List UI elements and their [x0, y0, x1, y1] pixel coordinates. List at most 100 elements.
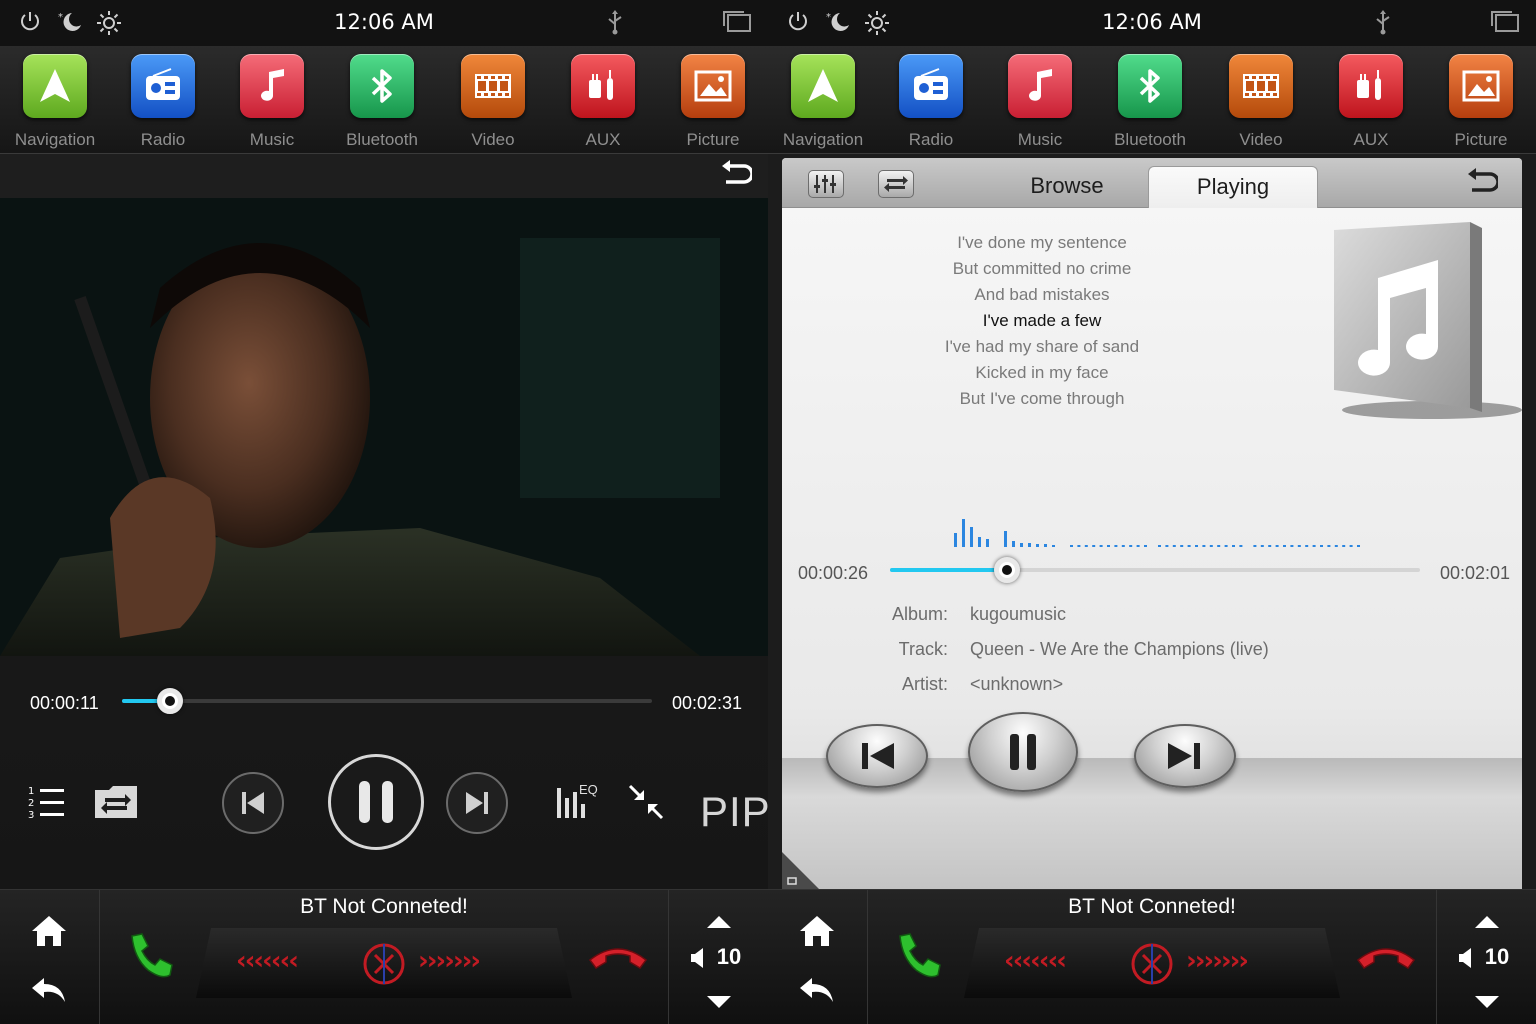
- back-arrow-icon[interactable]: [718, 160, 754, 198]
- volume-level: 10: [716, 944, 742, 969]
- spectrum-bar: [1290, 545, 1294, 547]
- spectrum-bar: [1028, 543, 1031, 547]
- chevrons-left: ‹‹‹‹‹‹‹: [1004, 946, 1067, 976]
- music-seek-bar[interactable]: [890, 568, 1420, 572]
- aux-plug-icon: [571, 54, 635, 118]
- spectrum-bar: [962, 519, 965, 547]
- svg-text:3: 3: [28, 810, 34, 820]
- lyric-line: I've done my sentence: [957, 233, 1127, 252]
- lyric-line: But I've come through: [959, 389, 1125, 408]
- back-arrow-icon[interactable]: [1464, 168, 1500, 204]
- window-icon[interactable]: [1490, 10, 1520, 39]
- spectrum-bar: [1253, 545, 1257, 547]
- lyric-line: Kicked in my face: [975, 363, 1109, 382]
- spectrum-bar: [1004, 531, 1007, 547]
- equalizer-button[interactable]: EQ: [556, 782, 602, 826]
- bottom-bar: BT Not Conneted! ‹‹‹‹‹‹‹ ››››››› 10: [0, 889, 768, 1024]
- app-radio[interactable]: Radio: [113, 52, 213, 154]
- call-hangup-icon[interactable]: [1356, 940, 1416, 974]
- spectrum-bar: [1129, 545, 1133, 547]
- album-art: [1322, 218, 1522, 432]
- call-answer-icon[interactable]: [124, 930, 176, 986]
- app-aux[interactable]: AUX: [1321, 52, 1421, 154]
- app-label: Bluetooth: [1114, 130, 1186, 149]
- artist-label: Artist:: [901, 674, 948, 694]
- app-picture[interactable]: Picture: [1431, 52, 1531, 154]
- playlist-icon[interactable]: 123: [28, 784, 66, 824]
- pause-button[interactable]: [968, 712, 1078, 792]
- picture-icon: [1449, 54, 1513, 118]
- app-music[interactable]: Music: [222, 52, 322, 154]
- previous-button[interactable]: [826, 724, 928, 788]
- skip-previous-icon: [242, 792, 264, 814]
- app-navigation[interactable]: Navigation: [5, 52, 105, 154]
- music-seek-handle[interactable]: [994, 557, 1020, 583]
- bottom-left-panel: [0, 890, 100, 1024]
- repeat-mode-icon[interactable]: [878, 170, 914, 198]
- next-button[interactable]: [446, 772, 508, 834]
- tab-browse[interactable]: Browse: [982, 166, 1152, 208]
- app-music[interactable]: Music: [990, 52, 1090, 154]
- svg-text:1: 1: [28, 786, 34, 797]
- home-icon[interactable]: [798, 914, 836, 952]
- app-label: Music: [1017, 130, 1063, 149]
- bt-disconnected-icon: [1130, 942, 1174, 990]
- app-dock: Navigation Radio Music Bluetooth Video A…: [0, 46, 768, 154]
- call-hangup-icon[interactable]: [588, 940, 648, 974]
- app-radio[interactable]: Radio: [881, 52, 981, 154]
- tab-playing[interactable]: Playing: [1148, 166, 1318, 208]
- spectrum-bar: [1260, 545, 1264, 547]
- pause-button[interactable]: [328, 754, 424, 850]
- video-frame[interactable]: [0, 198, 768, 656]
- call-answer-icon[interactable]: [892, 930, 944, 986]
- video-seek-handle[interactable]: [157, 688, 183, 714]
- video-seek-bar[interactable]: [122, 699, 652, 703]
- window-icon[interactable]: [722, 10, 752, 39]
- pip-button[interactable]: PIP: [700, 788, 768, 836]
- previous-button[interactable]: [222, 772, 284, 834]
- clock: 12:06 AM: [334, 10, 434, 34]
- spectrum-bar: [1320, 545, 1323, 547]
- shrink-screen-icon[interactable]: [628, 784, 664, 824]
- folder-repeat-icon[interactable]: [93, 782, 139, 824]
- lyric-line: I've had my share of sand: [944, 337, 1140, 356]
- skip-previous-icon: [862, 743, 894, 769]
- app-video[interactable]: Video: [443, 52, 543, 154]
- spectrum-bar: [1268, 545, 1272, 547]
- app-navigation[interactable]: Navigation: [773, 52, 873, 154]
- spectrum-bar: [1114, 545, 1118, 547]
- home-icon[interactable]: [30, 914, 68, 952]
- equalizer-settings-icon[interactable]: [808, 170, 844, 198]
- bt-disconnected-icon: [362, 942, 406, 990]
- app-bluetooth[interactable]: Bluetooth: [332, 52, 432, 154]
- app-video[interactable]: Video: [1211, 52, 1311, 154]
- film-icon: [461, 54, 525, 118]
- app-label: Picture: [686, 130, 740, 149]
- app-bluetooth[interactable]: Bluetooth: [1100, 52, 1200, 154]
- music-note-icon: [1008, 54, 1072, 118]
- next-button[interactable]: [1134, 724, 1236, 788]
- picture-icon: [681, 54, 745, 118]
- back-icon[interactable]: [798, 976, 836, 1010]
- spectrum-bar: [970, 527, 973, 547]
- spectrum-bar: [1084, 545, 1088, 547]
- volume-down-icon[interactable]: [1473, 994, 1501, 1014]
- back-icon[interactable]: [30, 976, 68, 1010]
- volume-down-icon[interactable]: [705, 994, 733, 1014]
- spectrum-bar: [1077, 545, 1081, 547]
- bt-connection-panel: ‹‹‹‹‹‹‹ ›››››››: [196, 928, 572, 998]
- bluetooth-icon: [1118, 54, 1182, 118]
- bluetooth-icon: [350, 54, 414, 118]
- pause-icon: [1010, 734, 1036, 770]
- app-aux[interactable]: AUX: [553, 52, 653, 154]
- bt-connection-panel: ‹‹‹‹‹‹‹ ›››››››: [964, 928, 1340, 998]
- volume-up-icon[interactable]: [705, 914, 733, 934]
- spectrum-bar: [1099, 545, 1103, 547]
- corner-resize-icon[interactable]: [782, 852, 820, 889]
- skip-next-icon: [466, 792, 488, 814]
- spectrum-bar: [1202, 545, 1206, 547]
- status-bar: * 12:06 AM: [768, 0, 1536, 46]
- app-picture[interactable]: Picture: [663, 52, 763, 154]
- volume-up-icon[interactable]: [1473, 914, 1501, 934]
- music-tab-bar: Browse Playing: [782, 158, 1522, 208]
